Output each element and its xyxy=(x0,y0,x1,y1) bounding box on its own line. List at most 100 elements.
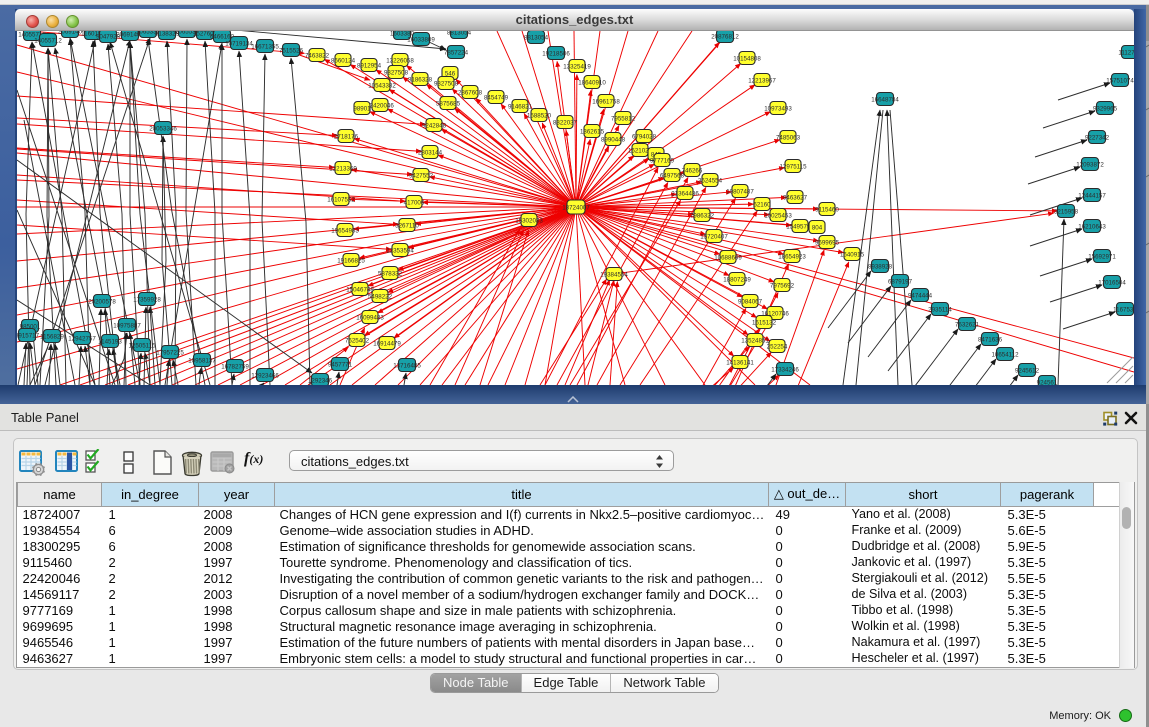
svg-text:15692971: 15692971 xyxy=(1088,253,1116,260)
svg-text:16671355: 16671355 xyxy=(251,43,279,50)
svg-text:8813054: 8813054 xyxy=(447,31,472,36)
svg-text:5878332: 5878332 xyxy=(378,270,403,277)
svg-text:12923466: 12923466 xyxy=(251,372,279,379)
svg-text:10654112: 10654112 xyxy=(991,351,1019,358)
svg-text:14136141: 14136141 xyxy=(726,359,754,366)
svg-text:9327508: 9327508 xyxy=(384,69,409,76)
svg-text:9084067: 9084067 xyxy=(738,298,763,305)
svg-text:16648784: 16648784 xyxy=(871,96,899,103)
svg-text:16107552: 16107552 xyxy=(327,196,355,203)
svg-text:15751074: 15751074 xyxy=(1106,77,1134,84)
svg-text:13716485: 13716485 xyxy=(393,362,421,369)
svg-text:9327508: 9327508 xyxy=(434,80,459,87)
svg-text:9146821: 9146821 xyxy=(508,103,533,110)
svg-text:16033809: 16033809 xyxy=(407,36,435,43)
svg-text:7955812: 7955812 xyxy=(611,115,636,122)
svg-text:1145193: 1145193 xyxy=(98,338,122,345)
svg-text:8322037: 8322037 xyxy=(553,119,578,126)
svg-text:10719134: 10719134 xyxy=(225,40,253,47)
svg-text:9245612: 9245612 xyxy=(1015,367,1040,374)
svg-text:15046748: 15046748 xyxy=(346,286,374,293)
svg-text:16210643: 16210643 xyxy=(1078,223,1106,230)
svg-text:2069140: 2069140 xyxy=(58,31,83,35)
svg-text:5498222: 5498222 xyxy=(368,293,393,300)
svg-text:1362615: 1362615 xyxy=(580,128,605,135)
svg-text:7485063: 7485063 xyxy=(776,134,801,141)
svg-text:12353594: 12353594 xyxy=(386,247,414,254)
svg-text:9699695: 9699695 xyxy=(815,239,840,246)
svg-text:10807487: 10807487 xyxy=(726,188,754,195)
svg-text:7632621: 7632621 xyxy=(955,321,980,328)
svg-text:1615132: 1615132 xyxy=(752,319,777,326)
svg-text:1588520: 1588520 xyxy=(527,112,552,119)
svg-text:1292346: 1292346 xyxy=(308,377,333,384)
svg-text:417006: 417006 xyxy=(404,199,425,206)
svg-text:8186328: 8186328 xyxy=(408,76,433,83)
svg-text:12975115: 12975115 xyxy=(779,163,807,170)
svg-text:9329965: 9329965 xyxy=(1093,105,1118,112)
svg-text:7515526: 7515526 xyxy=(279,47,304,54)
svg-text:21364436: 21364436 xyxy=(671,190,699,197)
svg-text:804: 804 xyxy=(812,224,823,231)
svg-text:12942757: 12942757 xyxy=(68,335,96,342)
svg-text:9463627: 9463627 xyxy=(783,194,808,201)
svg-text:16782759: 16782759 xyxy=(221,363,249,370)
svg-text:1167533: 1167533 xyxy=(1113,306,1134,313)
svg-text:18640910: 18640910 xyxy=(578,79,606,86)
svg-text:17957225: 17957225 xyxy=(156,349,184,356)
svg-text:16914479: 16914479 xyxy=(373,340,401,347)
svg-text:19654983: 19654983 xyxy=(331,227,359,234)
svg-text:20053346: 20053346 xyxy=(149,125,177,132)
svg-text:9242848: 9242848 xyxy=(422,122,447,129)
svg-text:8454749: 8454749 xyxy=(484,94,509,101)
svg-text:16099483: 16099483 xyxy=(356,314,384,321)
svg-text:12505115: 12505115 xyxy=(128,342,156,349)
svg-text:12213967: 12213967 xyxy=(748,77,776,84)
svg-text:20200578: 20200578 xyxy=(88,298,116,305)
svg-text:7625402: 7625402 xyxy=(345,337,370,344)
svg-text:13524851: 13524851 xyxy=(741,337,769,344)
svg-text:252254: 252254 xyxy=(767,343,788,350)
svg-text:18807249: 18807249 xyxy=(723,276,751,283)
svg-text:19166825: 19166825 xyxy=(337,257,365,264)
svg-text:9457771: 9457771 xyxy=(328,361,353,368)
svg-text:9227342: 9227342 xyxy=(1085,134,1110,141)
svg-text:2935114: 2935114 xyxy=(928,306,952,313)
svg-text:5875685: 5875685 xyxy=(436,100,461,107)
svg-text:3624554: 3624554 xyxy=(698,177,723,184)
svg-text:2803144: 2803144 xyxy=(418,149,443,156)
svg-text:14055712: 14055712 xyxy=(34,37,62,44)
svg-text:10688609: 10688609 xyxy=(714,254,742,261)
svg-text:62160: 62160 xyxy=(753,201,771,208)
svg-text:12444157: 12444157 xyxy=(1078,192,1106,199)
svg-text:13226058: 13226058 xyxy=(386,57,414,64)
svg-text:7986322: 7986322 xyxy=(690,212,715,219)
svg-text:8990448: 8990448 xyxy=(601,136,626,143)
svg-text:9474444: 9474444 xyxy=(908,292,933,299)
svg-text:18654923: 18654923 xyxy=(778,253,806,260)
svg-text:1156829: 1156829 xyxy=(40,333,64,340)
svg-text:1640915: 1640915 xyxy=(840,251,865,258)
svg-text:8912954: 8912954 xyxy=(357,62,382,69)
svg-text:8660124: 8660124 xyxy=(331,57,356,64)
svg-text:17016504: 17016504 xyxy=(1098,279,1126,286)
svg-text:3215958: 3215958 xyxy=(1054,208,1079,215)
svg-text:16961758: 16961758 xyxy=(592,98,620,105)
svg-text:20876812: 20876812 xyxy=(711,33,739,40)
svg-text:10975887: 10975887 xyxy=(113,322,141,329)
svg-text:7463822: 7463822 xyxy=(305,52,330,59)
svg-text:3915717: 3915717 xyxy=(17,332,40,339)
svg-text:8471636: 8471636 xyxy=(978,336,1003,343)
svg-text:19218506: 19218506 xyxy=(542,50,570,57)
svg-text:7857224: 7857224 xyxy=(444,49,469,56)
svg-text:17359928: 17359928 xyxy=(133,296,161,303)
svg-text:10154808: 10154808 xyxy=(733,55,761,62)
svg-text:3267110: 3267110 xyxy=(395,222,419,229)
svg-text:10958137: 10958137 xyxy=(188,357,216,364)
svg-text:1112795: 1112795 xyxy=(1118,49,1134,56)
svg-text:13325419: 13325419 xyxy=(563,63,591,70)
svg-text:924561: 924561 xyxy=(1037,379,1058,385)
svg-text:18724007: 18724007 xyxy=(562,204,590,211)
svg-text:12093872: 12093872 xyxy=(1076,161,1104,168)
svg-text:2867608: 2867608 xyxy=(458,89,483,96)
